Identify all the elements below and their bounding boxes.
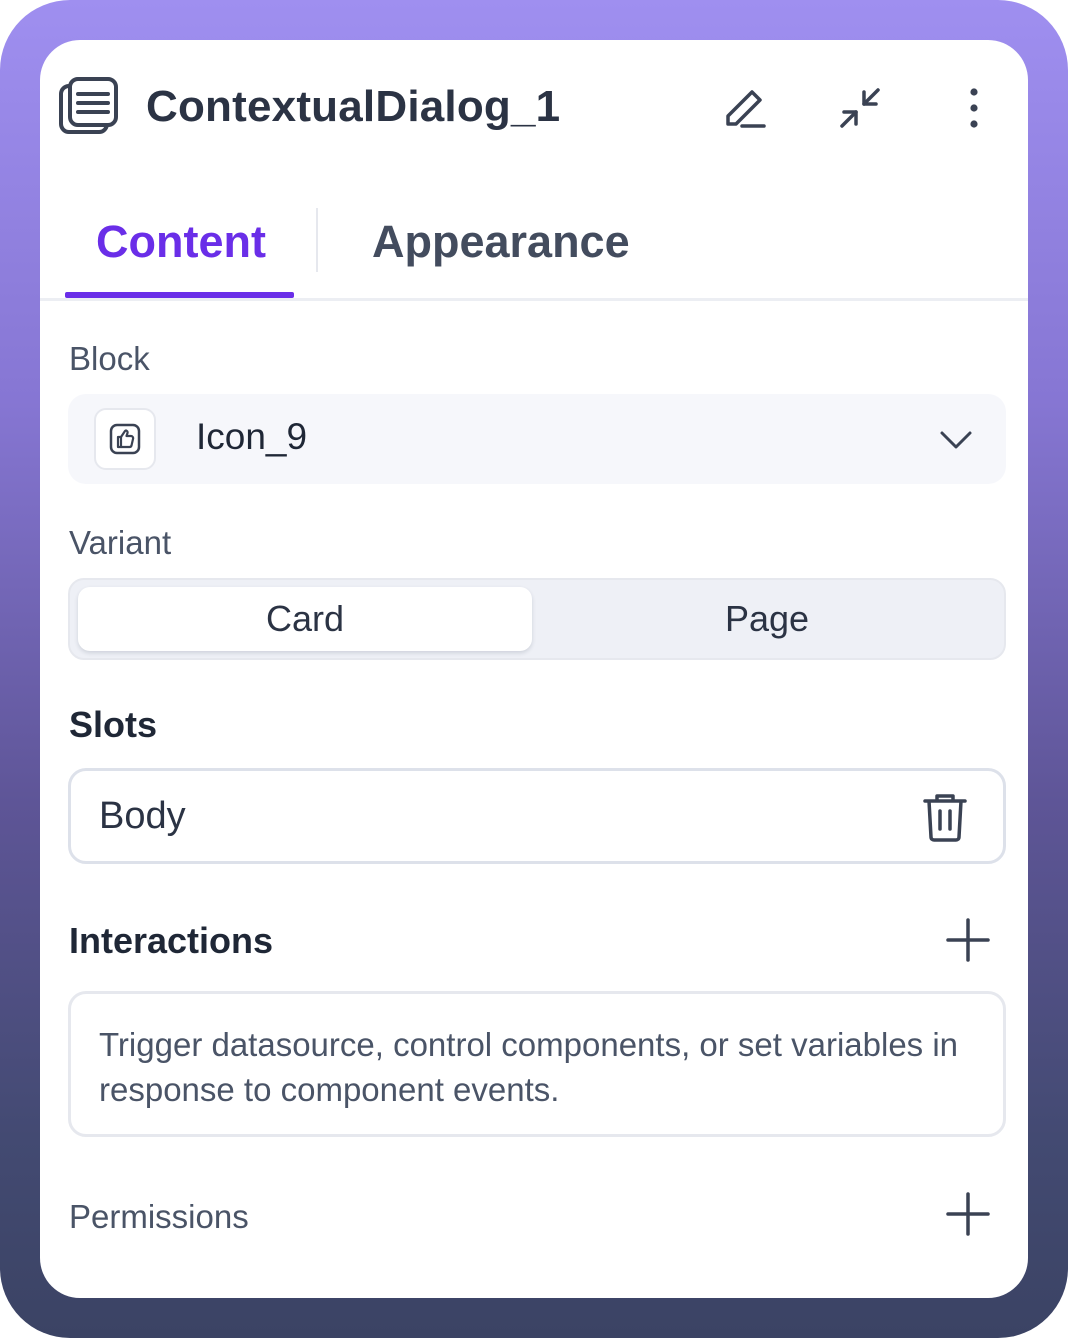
thumbs-up-icon <box>109 423 141 455</box>
collapse-arrows-icon <box>840 88 880 128</box>
chevron-down-icon <box>940 431 972 449</box>
add-permission-plus-icon[interactable] <box>942 1188 994 1240</box>
panel-header: ContextualDialog_1 <box>40 40 1028 180</box>
permissions-title: Permissions <box>69 1198 249 1235</box>
pencil-icon <box>726 90 766 128</box>
variant-label: Variant <box>69 524 172 561</box>
tab-content[interactable]: Content <box>96 216 266 268</box>
add-interaction-plus-icon[interactable] <box>942 914 994 966</box>
active-tab-indicator <box>65 292 294 298</box>
panel-title: ContextualDialog_1 <box>146 82 561 131</box>
edit-button[interactable] <box>716 80 772 136</box>
trash-icon[interactable] <box>921 791 969 843</box>
dialog-stack-icon <box>59 77 118 134</box>
variant-segmented-control: Card Page <box>68 578 1006 660</box>
variant-option-card[interactable]: Card <box>78 587 532 651</box>
interactions-description: Trigger datasource, control components, … <box>99 1026 959 1108</box>
tab-bar: Content Appearance <box>40 208 1028 301</box>
collapse-button[interactable] <box>832 80 888 136</box>
window-frame: ContextualDialog_1 Content Appearance Bl… <box>0 0 1068 1338</box>
block-select[interactable]: Icon_9 <box>68 394 1006 484</box>
block-icon-box <box>94 408 156 470</box>
slot-item-label: Body <box>99 795 186 837</box>
block-select-value: Icon_9 <box>196 416 308 457</box>
slot-item[interactable]: Body <box>68 768 1006 864</box>
interactions-empty-state: Trigger datasource, control components, … <box>68 991 1006 1137</box>
slots-title: Slots <box>69 704 158 745</box>
interactions-title: Interactions <box>69 920 274 961</box>
block-label: Block <box>69 340 150 377</box>
properties-panel: ContextualDialog_1 Content Appearance Bl… <box>40 40 1028 1298</box>
tab-appearance[interactable]: Appearance <box>372 216 630 268</box>
variant-option-page[interactable]: Page <box>540 587 994 651</box>
tab-divider <box>316 208 318 272</box>
kebab-menu-icon <box>970 88 978 128</box>
more-options-button[interactable] <box>946 80 1002 136</box>
